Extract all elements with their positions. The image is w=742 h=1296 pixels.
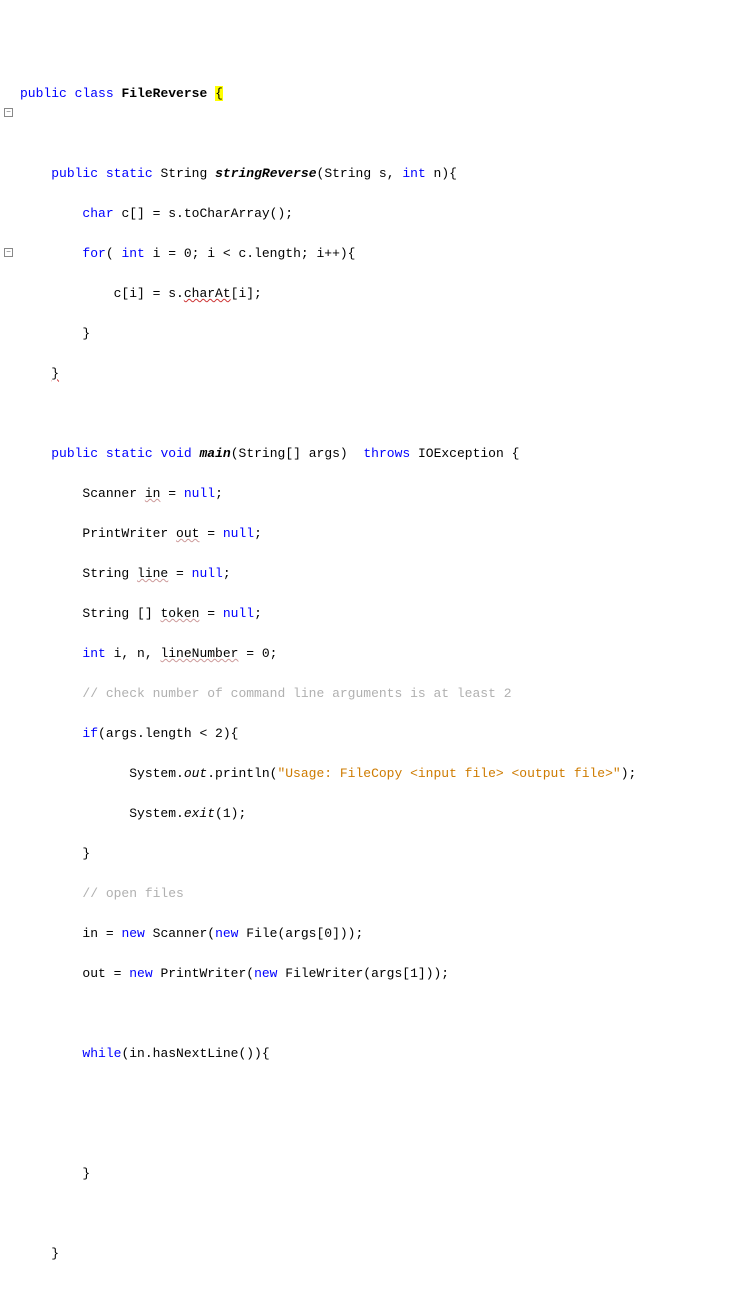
code-text: PrintWriter( bbox=[153, 966, 254, 981]
code-text: = bbox=[160, 486, 183, 501]
code-text: < 2){ bbox=[192, 726, 239, 741]
code-text: (in.hasNextLine()){ bbox=[121, 1046, 269, 1061]
keyword: class bbox=[75, 86, 114, 101]
code-text: = bbox=[199, 526, 222, 541]
keyword: null bbox=[192, 566, 223, 581]
keyword: int bbox=[82, 646, 105, 661]
params: (String s, bbox=[317, 166, 403, 181]
semi: ; bbox=[223, 566, 231, 581]
code-text: Scanner( bbox=[145, 926, 215, 941]
code-text: .println( bbox=[207, 766, 277, 781]
return-type: String bbox=[160, 166, 207, 181]
code-text: in = bbox=[82, 926, 121, 941]
var-unused: out bbox=[176, 526, 199, 541]
keyword: static bbox=[106, 166, 153, 181]
var-unused: line bbox=[137, 566, 168, 581]
code-text: FileWriter(args[1])); bbox=[277, 966, 449, 981]
code-editor[interactable]: − − public class FileReverse { public st… bbox=[0, 64, 742, 1296]
var-unused: token bbox=[160, 606, 199, 621]
keyword: public bbox=[51, 446, 98, 461]
keyword: char bbox=[82, 206, 113, 221]
close-brace: } bbox=[82, 1166, 90, 1181]
code-text: String [] bbox=[82, 606, 160, 621]
method-name: stringReverse bbox=[215, 166, 316, 181]
fold-marker-icon[interactable]: − bbox=[4, 108, 13, 117]
static-method: exit bbox=[184, 806, 215, 821]
keyword: new bbox=[215, 926, 238, 941]
semi: ; bbox=[215, 486, 223, 501]
var-unused: in bbox=[145, 486, 161, 501]
fold-marker-icon[interactable]: − bbox=[4, 248, 13, 257]
keyword: if bbox=[82, 726, 98, 741]
keyword: null bbox=[223, 526, 254, 541]
code-text: i = 0; i < c. bbox=[145, 246, 254, 261]
code-text: = 0; bbox=[238, 646, 277, 661]
code-text: ); bbox=[621, 766, 637, 781]
method-name: main bbox=[200, 446, 231, 461]
keyword: void bbox=[160, 446, 191, 461]
open-brace-highlighted: { bbox=[215, 86, 223, 101]
keyword: while bbox=[82, 1046, 121, 1061]
var-unused: lineNumber bbox=[160, 646, 238, 661]
keyword: new bbox=[121, 926, 144, 941]
string-literal: "Usage: FileCopy <input file> <output fi… bbox=[277, 766, 620, 781]
keyword: new bbox=[254, 966, 277, 981]
code-text: = bbox=[168, 566, 191, 581]
keyword: static bbox=[106, 446, 153, 461]
keyword: new bbox=[129, 966, 152, 981]
keyword: int bbox=[402, 166, 425, 181]
class-name: FileReverse bbox=[121, 86, 207, 101]
field-ref: length bbox=[145, 726, 192, 741]
code-text: PrintWriter bbox=[82, 526, 176, 541]
field-ref: length bbox=[254, 246, 301, 261]
comment: // check number of command line argument… bbox=[82, 686, 511, 701]
rest: n){ bbox=[426, 166, 457, 181]
close-brace: } bbox=[82, 326, 90, 341]
keyword: int bbox=[121, 246, 144, 261]
keyword: throws bbox=[363, 446, 410, 461]
code-text: i, n, bbox=[106, 646, 161, 661]
close-brace: } bbox=[82, 846, 90, 861]
keyword: for bbox=[82, 246, 105, 261]
rest: IOException { bbox=[410, 446, 519, 461]
code-text: out = bbox=[82, 966, 129, 981]
params: (String[] args) bbox=[231, 446, 356, 461]
code-text: System. bbox=[129, 766, 184, 781]
folding-gutter: − − bbox=[0, 64, 20, 1296]
code-text: c[] = s.toCharArray(); bbox=[114, 206, 293, 221]
semi: ; bbox=[254, 526, 262, 541]
error-underline: charAt bbox=[184, 286, 231, 301]
code-text: File(args[0])); bbox=[238, 926, 363, 941]
code-text: String bbox=[82, 566, 137, 581]
close-brace: } bbox=[51, 1246, 59, 1261]
code-text: c[i] = s. bbox=[114, 286, 184, 301]
code-text: System. bbox=[129, 806, 184, 821]
static-field: out bbox=[184, 766, 207, 781]
code-text: [i]; bbox=[231, 286, 262, 301]
code-content[interactable]: public class FileReverse { public static… bbox=[20, 64, 742, 1296]
semi: ; bbox=[254, 606, 262, 621]
close-brace-error: } bbox=[51, 366, 59, 381]
keyword: null bbox=[184, 486, 215, 501]
code-text: Scanner bbox=[82, 486, 144, 501]
code-text: = bbox=[199, 606, 222, 621]
code-text: (1); bbox=[215, 806, 246, 821]
comment: // open files bbox=[82, 886, 183, 901]
keyword: public bbox=[51, 166, 98, 181]
code-text: ( bbox=[106, 246, 122, 261]
keyword: null bbox=[223, 606, 254, 621]
code-text: (args. bbox=[98, 726, 145, 741]
code-text: ; i++){ bbox=[301, 246, 356, 261]
